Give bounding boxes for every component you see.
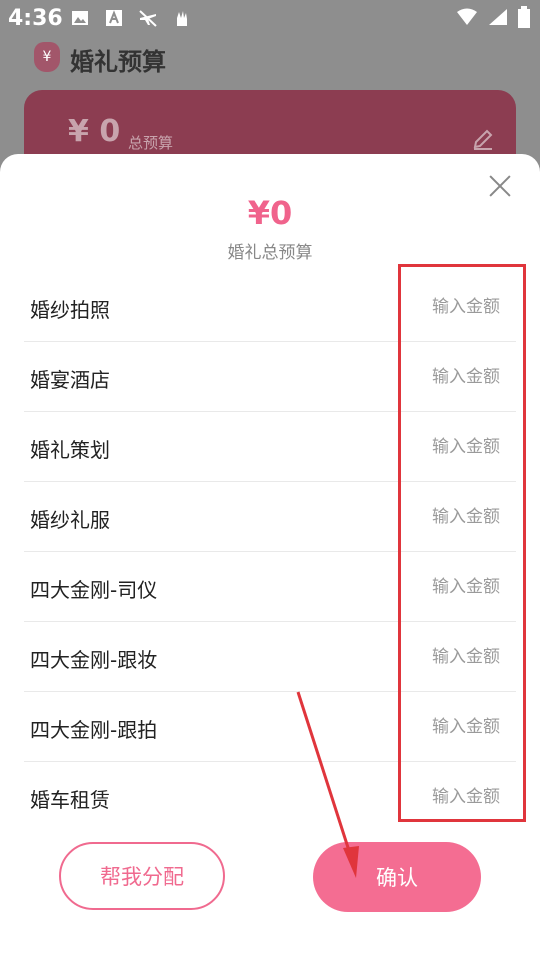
row-label: 四大金刚-司仪 xyxy=(30,578,158,602)
budget-row-wedding-photo: 婚纱拍照 xyxy=(24,272,516,342)
amount-input-wedding-dress[interactable] xyxy=(348,500,502,534)
page-title: 婚礼预算 xyxy=(70,48,166,76)
status-bar: 4:36 xyxy=(0,0,540,36)
budget-row-makeup: 四大金刚-跟妆 xyxy=(24,622,516,692)
money-bag-icon: ¥ xyxy=(34,42,60,72)
total-budget-label: 婚礼总预算 xyxy=(227,243,313,263)
summary-amount: ¥ 0 xyxy=(68,114,121,149)
row-label: 婚宴酒店 xyxy=(30,368,110,392)
budget-row-wedding-dress: 婚纱礼服 xyxy=(24,482,516,552)
image-icon xyxy=(70,8,90,28)
font-icon xyxy=(104,8,124,28)
row-label: 婚车租赁 xyxy=(30,788,110,812)
auto-allocate-button[interactable]: 帮我分配 xyxy=(59,842,225,910)
status-icons-right xyxy=(456,6,530,32)
amount-input-wedding-planning[interactable] xyxy=(348,430,502,464)
budget-row-emcee: 四大金刚-司仪 xyxy=(24,552,516,622)
row-label: 婚纱礼服 xyxy=(30,508,110,532)
amount-input-car-rental[interactable] xyxy=(348,780,502,814)
wifi-icon xyxy=(456,8,478,30)
amount-input-wedding-photo[interactable] xyxy=(348,290,502,324)
budget-sheet: ¥0 婚礼总预算 婚纱拍照 婚宴酒店 婚礼策划 婚纱礼服 四大金刚-司仪 四大金… xyxy=(0,154,540,960)
edit-icon xyxy=(472,128,494,155)
status-icons-left xyxy=(70,8,192,28)
airplane-off-icon xyxy=(138,8,158,28)
battery-icon xyxy=(518,6,530,32)
budget-row-photography: 四大金刚-跟拍 xyxy=(24,692,516,762)
gesture-icon xyxy=(172,8,192,28)
page-header: ¥ 婚礼预算 xyxy=(0,36,540,86)
budget-item-list: 婚纱拍照 婚宴酒店 婚礼策划 婚纱礼服 四大金刚-司仪 四大金刚-跟妆 四大金刚… xyxy=(24,272,516,831)
budget-row-wedding-planning: 婚礼策划 xyxy=(24,412,516,482)
amount-input-makeup[interactable] xyxy=(348,640,502,674)
status-time: 4:36 xyxy=(8,6,63,31)
row-label: 婚礼策划 xyxy=(30,438,110,462)
budget-row-banquet-hotel: 婚宴酒店 xyxy=(24,342,516,412)
row-label: 四大金刚-跟拍 xyxy=(30,718,158,742)
amount-input-emcee[interactable] xyxy=(348,570,502,604)
total-budget-amount: ¥0 xyxy=(247,194,293,232)
amount-input-banquet-hotel[interactable] xyxy=(348,360,502,394)
budget-row-car-rental: 婚车租赁 xyxy=(24,762,516,831)
amount-input-photography[interactable] xyxy=(348,710,502,744)
summary-amount-label: 总预算 xyxy=(128,134,174,152)
signal-icon xyxy=(488,8,508,30)
row-label: 四大金刚-跟妆 xyxy=(30,648,158,672)
row-label: 婚纱拍照 xyxy=(30,298,110,322)
confirm-button[interactable]: 确认 xyxy=(313,842,481,912)
